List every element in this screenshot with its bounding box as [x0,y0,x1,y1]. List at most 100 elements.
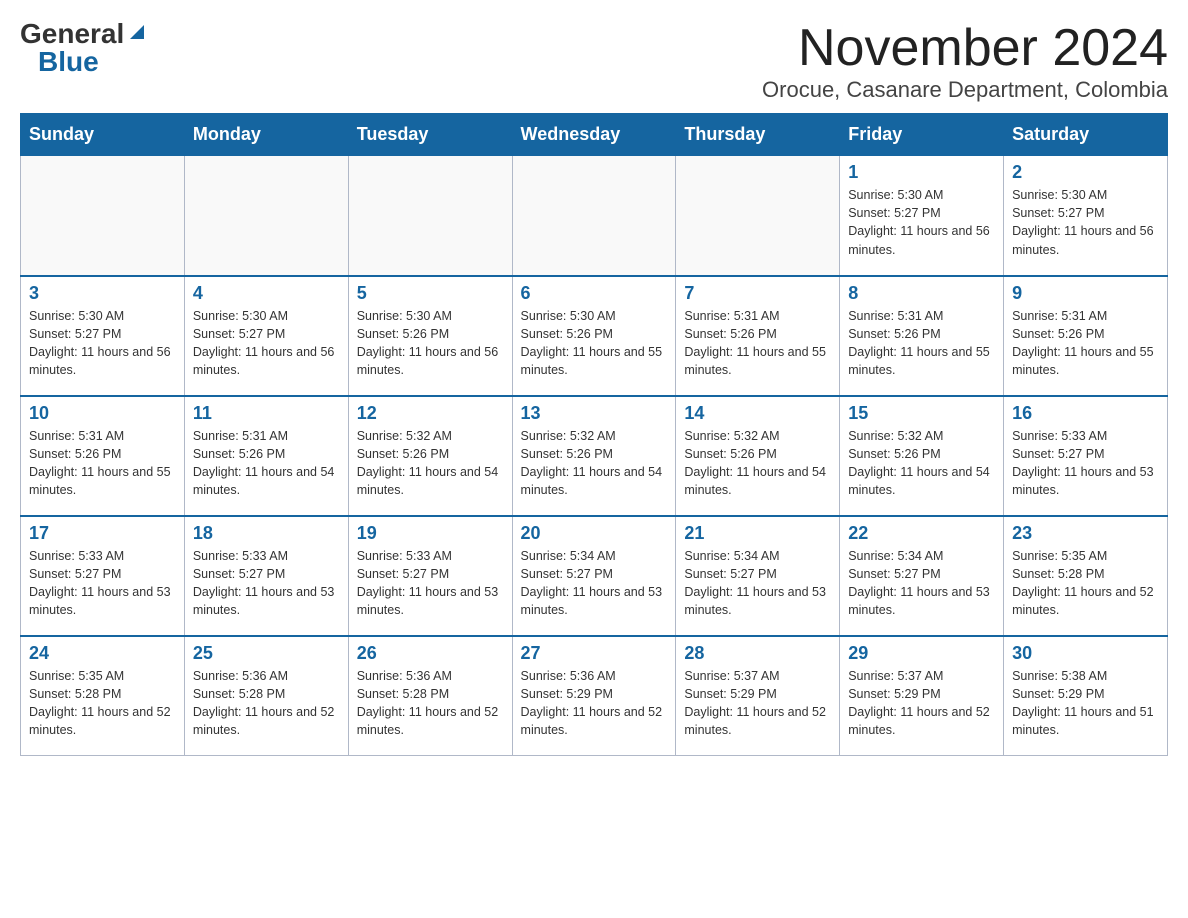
calendar-cell: 15Sunrise: 5:32 AM Sunset: 5:26 PM Dayli… [840,396,1004,516]
calendar-cell: 8 Sunrise: 5:31 AM Sunset: 5:26 PM Daylig… [840,276,1004,396]
calendar-cell [184,156,348,276]
day-info: Sunrise: 5:30 AM Sunset: 5:26 PM Dayligh… [521,307,668,380]
day-info: Sunrise: 5:32 AM Sunset: 5:26 PM Dayligh… [357,427,504,500]
day-info: Sunrise: 5:30 AM Sunset: 5:27 PM Dayligh… [193,307,340,380]
logo-general-text: General [20,20,124,48]
day-info: Sunrise: 5:35 AM Sunset: 5:28 PM Dayligh… [1012,547,1159,620]
day-number: 28 [684,643,831,664]
day-info: Sunrise: 5:32 AM Sunset: 5:26 PM Dayligh… [684,427,831,500]
month-title: November 2024 [762,20,1168,77]
day-number: 7 [684,283,831,304]
day-info: Sunrise: 5:31 AM Sunset: 5:26 PM Dayligh… [193,427,340,500]
calendar-day-header: Monday [184,114,348,156]
calendar-cell [348,156,512,276]
day-info: Sunrise: 5:30 AM Sunset: 5:27 PM Dayligh… [1012,186,1159,259]
calendar-day-header: Friday [840,114,1004,156]
day-number: 3 [29,283,176,304]
day-number: 8 [848,283,995,304]
day-info: Sunrise: 5:32 AM Sunset: 5:26 PM Dayligh… [848,427,995,500]
day-info: Sunrise: 5:34 AM Sunset: 5:27 PM Dayligh… [684,547,831,620]
day-number: 17 [29,523,176,544]
day-info: Sunrise: 5:37 AM Sunset: 5:29 PM Dayligh… [848,667,995,740]
calendar-cell: 1Sunrise: 5:30 AM Sunset: 5:27 PM Daylig… [840,156,1004,276]
calendar-cell: 3 Sunrise: 5:30 AM Sunset: 5:27 PM Daylig… [21,276,185,396]
calendar-day-header: Saturday [1004,114,1168,156]
day-number: 6 [521,283,668,304]
calendar-cell [676,156,840,276]
day-number: 24 [29,643,176,664]
calendar-cell: 12 Sunrise: 5:32 AM Sunset: 5:26 PM Dayli… [348,396,512,516]
day-info: Sunrise: 5:33 AM Sunset: 5:27 PM Dayligh… [193,547,340,620]
day-info: Sunrise: 5:36 AM Sunset: 5:28 PM Dayligh… [193,667,340,740]
title-block: November 2024 Orocue, Casanare Departmen… [762,20,1168,103]
day-info: Sunrise: 5:32 AM Sunset: 5:26 PM Dayligh… [521,427,668,500]
calendar-cell: 2 Sunrise: 5:30 AM Sunset: 5:27 PM Daylig… [1004,156,1168,276]
calendar-week-row: 10 Sunrise: 5:31 AM Sunset: 5:26 PM Dayli… [21,396,1168,516]
calendar-cell: 7 Sunrise: 5:31 AM Sunset: 5:26 PM Daylig… [676,276,840,396]
calendar-cell: 24 Sunrise: 5:35 AM Sunset: 5:28 PM Dayli… [21,636,185,756]
day-number: 4 [193,283,340,304]
calendar-cell [21,156,185,276]
day-info: Sunrise: 5:35 AM Sunset: 5:28 PM Dayligh… [29,667,176,740]
logo: General Blue [20,20,148,76]
calendar-cell: 10 Sunrise: 5:31 AM Sunset: 5:26 PM Dayli… [21,396,185,516]
day-number: 25 [193,643,340,664]
logo-triangle-icon [126,21,148,43]
calendar-table: SundayMondayTuesdayWednesdayThursdayFrid… [20,113,1168,756]
calendar-cell [512,156,676,276]
calendar-header-row: SundayMondayTuesdayWednesdayThursdayFrid… [21,114,1168,156]
calendar-week-row: 24 Sunrise: 5:35 AM Sunset: 5:28 PM Dayli… [21,636,1168,756]
day-number: 30 [1012,643,1159,664]
day-number: 10 [29,403,176,424]
day-info: Sunrise: 5:31 AM Sunset: 5:26 PM Dayligh… [684,307,831,380]
day-info: Sunrise: 5:30 AM Sunset: 5:27 PM Dayligh… [29,307,176,380]
day-info: Sunrise: 5:34 AM Sunset: 5:27 PM Dayligh… [521,547,668,620]
day-number: 23 [1012,523,1159,544]
day-info: Sunrise: 5:36 AM Sunset: 5:28 PM Dayligh… [357,667,504,740]
day-number: 1 [848,162,995,183]
calendar-day-header: Wednesday [512,114,676,156]
day-number: 5 [357,283,504,304]
day-number: 18 [193,523,340,544]
calendar-cell: 4 Sunrise: 5:30 AM Sunset: 5:27 PM Daylig… [184,276,348,396]
day-number: 20 [521,523,668,544]
day-info: Sunrise: 5:30 AM Sunset: 5:26 PM Dayligh… [357,307,504,380]
day-number: 21 [684,523,831,544]
calendar-day-header: Tuesday [348,114,512,156]
day-number: 22 [848,523,995,544]
calendar-cell: 19 Sunrise: 5:33 AM Sunset: 5:27 PM Dayli… [348,516,512,636]
day-info: Sunrise: 5:31 AM Sunset: 5:26 PM Dayligh… [29,427,176,500]
calendar-cell: 26Sunrise: 5:36 AM Sunset: 5:28 PM Dayli… [348,636,512,756]
calendar-cell: 23 Sunrise: 5:35 AM Sunset: 5:28 PM Dayli… [1004,516,1168,636]
day-info: Sunrise: 5:33 AM Sunset: 5:27 PM Dayligh… [29,547,176,620]
day-info: Sunrise: 5:33 AM Sunset: 5:27 PM Dayligh… [357,547,504,620]
calendar-cell: 6 Sunrise: 5:30 AM Sunset: 5:26 PM Daylig… [512,276,676,396]
day-info: Sunrise: 5:37 AM Sunset: 5:29 PM Dayligh… [684,667,831,740]
page-header: General Blue November 2024 Orocue, Casan… [20,20,1168,103]
day-info: Sunrise: 5:31 AM Sunset: 5:26 PM Dayligh… [1012,307,1159,380]
day-number: 9 [1012,283,1159,304]
calendar-cell: 9 Sunrise: 5:31 AM Sunset: 5:26 PM Daylig… [1004,276,1168,396]
location-title: Orocue, Casanare Department, Colombia [762,77,1168,103]
logo-blue-text: Blue [38,48,99,76]
calendar-cell: 13 Sunrise: 5:32 AM Sunset: 5:26 PM Dayli… [512,396,676,516]
day-number: 19 [357,523,504,544]
calendar-cell: 14 Sunrise: 5:32 AM Sunset: 5:26 PM Dayli… [676,396,840,516]
day-number: 27 [521,643,668,664]
calendar-day-header: Thursday [676,114,840,156]
day-info: Sunrise: 5:36 AM Sunset: 5:29 PM Dayligh… [521,667,668,740]
calendar-cell: 25 Sunrise: 5:36 AM Sunset: 5:28 PM Dayli… [184,636,348,756]
day-number: 14 [684,403,831,424]
day-number: 2 [1012,162,1159,183]
calendar-week-row: 3 Sunrise: 5:30 AM Sunset: 5:27 PM Daylig… [21,276,1168,396]
day-info: Sunrise: 5:31 AM Sunset: 5:26 PM Dayligh… [848,307,995,380]
calendar-cell: 21 Sunrise: 5:34 AM Sunset: 5:27 PM Dayli… [676,516,840,636]
calendar-cell: 22Sunrise: 5:34 AM Sunset: 5:27 PM Dayli… [840,516,1004,636]
day-number: 12 [357,403,504,424]
calendar-cell: 17 Sunrise: 5:33 AM Sunset: 5:27 PM Dayli… [21,516,185,636]
calendar-cell: 27 Sunrise: 5:36 AM Sunset: 5:29 PM Dayli… [512,636,676,756]
day-number: 13 [521,403,668,424]
calendar-cell: 11 Sunrise: 5:31 AM Sunset: 5:26 PM Dayli… [184,396,348,516]
day-number: 16 [1012,403,1159,424]
day-number: 11 [193,403,340,424]
